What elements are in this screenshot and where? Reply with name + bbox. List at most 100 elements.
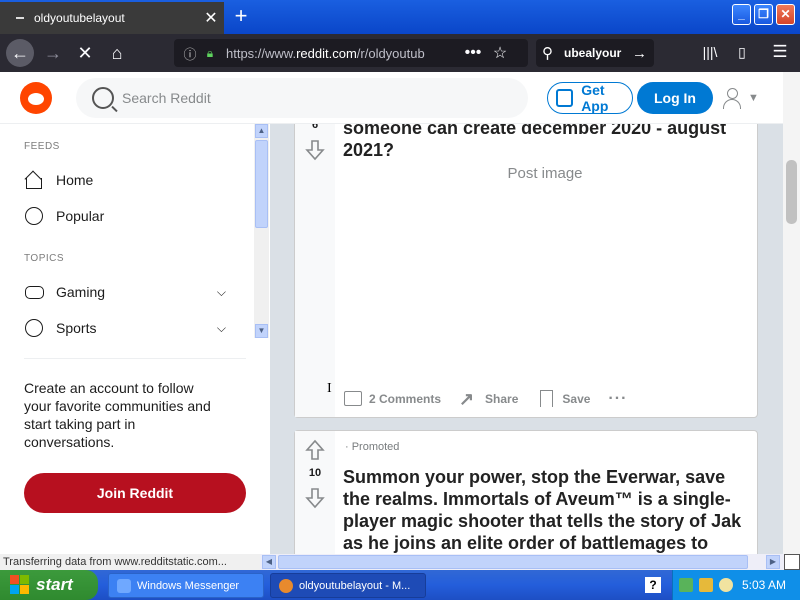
browser-title-bar: oldyoutubelayout ✕ + _ ❐ ✕ [0, 0, 800, 34]
scroll-down-icon[interactable]: ▼ [255, 324, 268, 338]
scrollbar-thumb[interactable] [278, 555, 748, 569]
save-button[interactable]: Save [536, 389, 590, 409]
network-icon[interactable] [679, 578, 693, 592]
login-button[interactable]: Log In [637, 82, 713, 114]
reddit-logo-icon[interactable] [20, 82, 52, 114]
join-reddit-button[interactable]: Join Reddit [24, 473, 246, 513]
lock-icon[interactable]: 🔒︎ [202, 46, 218, 61]
promoted-post-card[interactable]: 10 · Promoted Summon your power, stop th… [294, 430, 758, 554]
forward-arrow-icon[interactable]: → [40, 40, 66, 66]
comment-icon [343, 389, 363, 409]
chevron-down-icon[interactable]: ⌵ [217, 321, 226, 336]
sidebar-scrollbar[interactable]: ▲ ▼ [254, 124, 269, 338]
chevron-down-icon: ▼ [748, 92, 759, 104]
horizontal-scrollbar[interactable]: ◀ ▶ [260, 554, 800, 570]
scroll-left-icon[interactable]: ◀ [262, 555, 276, 569]
status-bar: Transferring data from www.redditstatic.… [0, 554, 260, 570]
library-icon[interactable]: |||\ [700, 44, 720, 62]
topics-heading: TOPICS [24, 253, 65, 264]
post-score: 10 [308, 467, 322, 479]
browser-tab[interactable]: oldyoutubelayout ✕ [0, 2, 224, 34]
comments-label: 2 Comments [369, 392, 442, 406]
bookmark-icon [536, 389, 556, 409]
sidebar-item-home[interactable]: Home [24, 167, 244, 193]
user-menu-button[interactable]: ▼ [722, 86, 766, 110]
taskbar-item-messenger[interactable]: Windows Messenger [108, 573, 264, 598]
sidebar-item-label: Sports [56, 320, 97, 336]
messenger-icon [117, 578, 131, 593]
page-actions-icon[interactable]: ••• [462, 44, 484, 62]
share-button[interactable]: ↗ Share [459, 389, 518, 409]
help-icon[interactable]: ? [645, 577, 661, 593]
hamburger-menu-icon[interactable]: ☰ [770, 42, 790, 61]
windows-logo-icon [10, 575, 30, 595]
sidebar-item-sports[interactable]: Sports ⌵ [24, 315, 244, 341]
browser-nav-bar: ← → ✕ ⌂ ⓘ 🔒︎ https://www.reddit.com/r/ol… [0, 34, 800, 72]
new-tab-button[interactable]: + [230, 3, 252, 29]
downvote-icon[interactable] [305, 487, 325, 509]
scrollbar-thumb[interactable] [786, 160, 797, 224]
start-button[interactable]: start [0, 570, 98, 600]
sidebar-item-popular[interactable]: Popular [24, 203, 244, 229]
reddit-search-input[interactable]: Search Reddit [76, 78, 528, 118]
go-arrow-icon[interactable]: → [632, 45, 654, 62]
popular-arrow-icon [24, 206, 44, 226]
search-icon: ⚲ [542, 45, 553, 62]
feeds-heading: FEEDS [24, 141, 60, 152]
taskbar-item-browser[interactable]: oldyoutubelayout - M... [270, 573, 426, 598]
search-placeholder: Search Reddit [122, 90, 211, 106]
chevron-down-icon[interactable]: ⌵ [217, 285, 226, 300]
scroll-right-icon[interactable]: ▶ [766, 555, 780, 569]
home-icon[interactable]: ⌂ [104, 40, 130, 66]
scrollbar-thumb[interactable] [255, 140, 268, 228]
sidebar-divider [24, 358, 246, 359]
sidebar-toggle-icon[interactable]: ▯ [732, 44, 752, 62]
sidebar-item-label: Popular [56, 208, 105, 224]
save-label: Save [562, 392, 591, 406]
browser-search-bar[interactable]: ⚲ ubealyour → [536, 39, 654, 67]
stop-loading-icon[interactable]: ✕ [72, 40, 98, 66]
post-title[interactable]: someone can create december 2020 - augus… [343, 124, 747, 161]
share-icon: ↗ [459, 389, 475, 409]
back-arrow-icon[interactable]: ← [6, 39, 34, 67]
upvote-icon[interactable] [305, 439, 325, 461]
window-maximize-button[interactable]: ❐ [754, 4, 773, 25]
sidebar-item-label: Home [56, 172, 94, 188]
gamepad-icon [24, 282, 44, 302]
search-tray-icon[interactable] [719, 578, 733, 592]
sidebar-item-gaming[interactable]: Gaming ⌵ [24, 279, 244, 305]
window-minimize-button[interactable]: _ [732, 4, 751, 25]
post-title[interactable]: Summon your power, stop the Everwar, sav… [343, 466, 747, 554]
post-card[interactable]: 6 someone can create december 2020 - aug… [294, 124, 758, 418]
comments-button[interactable]: 2 Comments [343, 389, 441, 409]
page-scrollbar[interactable] [783, 72, 800, 554]
get-app-button[interactable]: Get App [547, 82, 633, 114]
vote-column: 6 [295, 124, 335, 417]
search-text[interactable]: ubealyour [564, 46, 632, 60]
volume-icon[interactable] [699, 578, 713, 592]
post-actions: 2 Comments ↗ Share Save ··· [343, 389, 645, 409]
tab-title: oldyoutubelayout [34, 11, 125, 25]
scroll-up-icon[interactable]: ▲ [255, 124, 268, 138]
promoted-label: · Promoted [345, 441, 400, 453]
system-tray: 5:03 AM [672, 570, 800, 600]
firefox-icon [279, 578, 293, 593]
task-label: oldyoutubelayout - M... [299, 579, 411, 592]
signup-promo-text: Create an account to follow your favorit… [24, 380, 211, 450]
more-options-icon[interactable]: ··· [608, 390, 627, 408]
vote-column: 10 [295, 431, 335, 554]
tab-favicon-icon [16, 17, 24, 19]
home-icon [24, 170, 44, 190]
url-bar[interactable]: ⓘ 🔒︎ https://www.reddit.com/r/oldyoutub … [174, 39, 528, 67]
resize-corner [784, 554, 800, 570]
text-cursor-icon: I [327, 381, 332, 396]
share-label: Share [485, 392, 519, 406]
tab-close-icon[interactable]: ✕ [198, 8, 224, 28]
downvote-icon[interactable] [305, 139, 325, 161]
info-icon[interactable]: ⓘ [182, 44, 198, 63]
post-image-placeholder[interactable]: Post image [343, 165, 747, 182]
window-close-button[interactable]: ✕ [776, 4, 795, 25]
bookmark-star-icon[interactable]: ☆ [490, 43, 510, 63]
url-text[interactable]: https://www.reddit.com/r/oldyoutub [226, 46, 456, 61]
task-label: Windows Messenger [137, 579, 240, 592]
